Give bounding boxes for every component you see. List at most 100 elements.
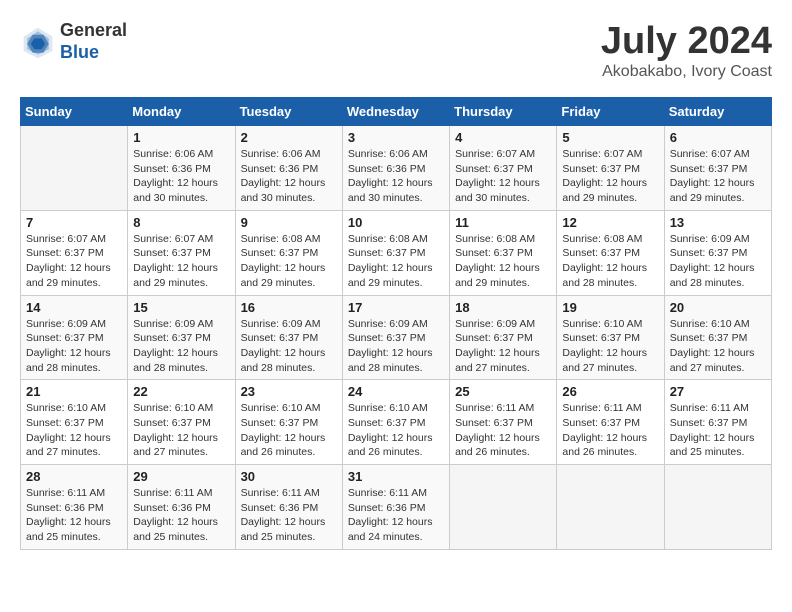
day-number: 31 — [348, 469, 444, 484]
header-saturday: Saturday — [664, 98, 771, 126]
day-number: 10 — [348, 215, 444, 230]
header-thursday: Thursday — [450, 98, 557, 126]
calendar-cell: 16 Sunrise: 6:09 AMSunset: 6:37 PMDayligh… — [235, 295, 342, 380]
header-monday: Monday — [128, 98, 235, 126]
calendar-cell: 11 Sunrise: 6:08 AMSunset: 6:37 PMDayligh… — [450, 210, 557, 295]
day-number: 15 — [133, 300, 229, 315]
calendar-cell: 3 Sunrise: 6:06 AMSunset: 6:36 PMDaylight… — [342, 126, 449, 211]
day-number: 21 — [26, 384, 122, 399]
day-number: 7 — [26, 215, 122, 230]
day-info: Sunrise: 6:10 AMSunset: 6:37 PMDaylight:… — [241, 401, 337, 460]
title-block: July 2024 Akobakabo, Ivory Coast — [601, 20, 772, 81]
day-number: 30 — [241, 469, 337, 484]
day-number: 13 — [670, 215, 766, 230]
logo: General Blue — [20, 20, 127, 63]
calendar-body: 1Sunrise: 6:06 AMSunset: 6:36 PMDaylight… — [21, 126, 772, 550]
day-info: Sunrise: 6:09 AMSunset: 6:37 PMDaylight:… — [241, 317, 337, 376]
week-row-5: 28 Sunrise: 6:11 AMSunset: 6:36 PMDayligh… — [21, 465, 772, 550]
day-number: 29 — [133, 469, 229, 484]
calendar-cell: 24 Sunrise: 6:10 AMSunset: 6:37 PMDayligh… — [342, 380, 449, 465]
day-info: Sunrise: 6:11 AMSunset: 6:36 PMDaylight:… — [241, 486, 337, 545]
calendar-cell: 30 Sunrise: 6:11 AMSunset: 6:36 PMDayligh… — [235, 465, 342, 550]
calendar-cell — [450, 465, 557, 550]
day-info: Sunrise: 6:09 AMSunset: 6:37 PMDaylight:… — [348, 317, 444, 376]
day-info: Sunrise: 6:07 AMSunset: 6:37 PMDaylight:… — [26, 232, 122, 291]
calendar-cell: 8Sunrise: 6:07 AMSunset: 6:37 PMDaylight… — [128, 210, 235, 295]
calendar-cell — [664, 465, 771, 550]
calendar-cell: 5 Sunrise: 6:07 AMSunset: 6:37 PMDaylight… — [557, 126, 664, 211]
day-info: Sunrise: 6:09 AMSunset: 6:37 PMDaylight:… — [670, 232, 766, 291]
day-number: 22 — [133, 384, 229, 399]
calendar-cell: 17 Sunrise: 6:09 AMSunset: 6:37 PMDayligh… — [342, 295, 449, 380]
day-number: 19 — [562, 300, 658, 315]
day-info: Sunrise: 6:06 AMSunset: 6:36 PMDaylight:… — [348, 147, 444, 206]
week-row-3: 14 Sunrise: 6:09 AMSunset: 6:37 PMDayligh… — [21, 295, 772, 380]
day-number: 4 — [455, 130, 551, 145]
day-number: 12 — [562, 215, 658, 230]
calendar-table: SundayMondayTuesdayWednesdayThursdayFrid… — [20, 97, 772, 550]
day-number: 28 — [26, 469, 122, 484]
day-number: 5 — [562, 130, 658, 145]
calendar-cell: 26Sunrise: 6:11 AMSunset: 6:37 PMDayligh… — [557, 380, 664, 465]
day-info: Sunrise: 6:10 AMSunset: 6:37 PMDaylight:… — [133, 401, 229, 460]
day-info: Sunrise: 6:08 AMSunset: 6:37 PMDaylight:… — [241, 232, 337, 291]
calendar-cell: 7 Sunrise: 6:07 AMSunset: 6:37 PMDaylight… — [21, 210, 128, 295]
calendar-cell: 9Sunrise: 6:08 AMSunset: 6:37 PMDaylight… — [235, 210, 342, 295]
logo-blue-text: Blue — [60, 42, 99, 62]
calendar-cell — [557, 465, 664, 550]
day-number: 16 — [241, 300, 337, 315]
logo-text: General Blue — [60, 20, 127, 63]
day-info: Sunrise: 6:11 AMSunset: 6:36 PMDaylight:… — [26, 486, 122, 545]
day-info: Sunrise: 6:10 AMSunset: 6:37 PMDaylight:… — [26, 401, 122, 460]
header-sunday: Sunday — [21, 98, 128, 126]
day-number: 11 — [455, 215, 551, 230]
calendar-cell: 18Sunrise: 6:09 AMSunset: 6:37 PMDayligh… — [450, 295, 557, 380]
calendar-cell: 20 Sunrise: 6:10 AMSunset: 6:37 PMDayligh… — [664, 295, 771, 380]
calendar-cell: 14 Sunrise: 6:09 AMSunset: 6:37 PMDayligh… — [21, 295, 128, 380]
day-number: 27 — [670, 384, 766, 399]
week-row-2: 7 Sunrise: 6:07 AMSunset: 6:37 PMDaylight… — [21, 210, 772, 295]
day-number: 14 — [26, 300, 122, 315]
calendar-cell: 29Sunrise: 6:11 AMSunset: 6:36 PMDayligh… — [128, 465, 235, 550]
calendar-cell: 1Sunrise: 6:06 AMSunset: 6:36 PMDaylight… — [128, 126, 235, 211]
location-subtitle: Akobakabo, Ivory Coast — [601, 63, 772, 81]
calendar-cell: 31 Sunrise: 6:11 AMSunset: 6:36 PMDayligh… — [342, 465, 449, 550]
day-info: Sunrise: 6:08 AMSunset: 6:37 PMDaylight:… — [455, 232, 551, 291]
month-year-title: July 2024 — [601, 20, 772, 63]
header-friday: Friday — [557, 98, 664, 126]
day-info: Sunrise: 6:08 AMSunset: 6:37 PMDaylight:… — [562, 232, 658, 291]
calendar-cell: 19Sunrise: 6:10 AMSunset: 6:37 PMDayligh… — [557, 295, 664, 380]
calendar-cell: 6Sunrise: 6:07 AMSunset: 6:37 PMDaylight… — [664, 126, 771, 211]
day-number: 20 — [670, 300, 766, 315]
calendar-cell: 27Sunrise: 6:11 AMSunset: 6:37 PMDayligh… — [664, 380, 771, 465]
logo-icon — [20, 24, 56, 60]
day-info: Sunrise: 6:11 AMSunset: 6:36 PMDaylight:… — [348, 486, 444, 545]
logo-general-text: General — [60, 20, 127, 40]
day-info: Sunrise: 6:08 AMSunset: 6:37 PMDaylight:… — [348, 232, 444, 291]
day-info: Sunrise: 6:10 AMSunset: 6:37 PMDaylight:… — [670, 317, 766, 376]
day-info: Sunrise: 6:11 AMSunset: 6:37 PMDaylight:… — [455, 401, 551, 460]
calendar-cell: 25 Sunrise: 6:11 AMSunset: 6:37 PMDayligh… — [450, 380, 557, 465]
calendar-cell: 22 Sunrise: 6:10 AMSunset: 6:37 PMDayligh… — [128, 380, 235, 465]
day-number: 17 — [348, 300, 444, 315]
day-info: Sunrise: 6:07 AMSunset: 6:37 PMDaylight:… — [562, 147, 658, 206]
calendar-cell: 15Sunrise: 6:09 AMSunset: 6:37 PMDayligh… — [128, 295, 235, 380]
day-number: 23 — [241, 384, 337, 399]
header-tuesday: Tuesday — [235, 98, 342, 126]
day-info: Sunrise: 6:09 AMSunset: 6:37 PMDaylight:… — [26, 317, 122, 376]
week-row-4: 21 Sunrise: 6:10 AMSunset: 6:37 PMDayligh… — [21, 380, 772, 465]
page-header: General Blue July 2024 Akobakabo, Ivory … — [20, 20, 772, 81]
day-number: 24 — [348, 384, 444, 399]
day-info: Sunrise: 6:06 AMSunset: 6:36 PMDaylight:… — [133, 147, 229, 206]
calendar-cell: 12 Sunrise: 6:08 AMSunset: 6:37 PMDayligh… — [557, 210, 664, 295]
day-number: 25 — [455, 384, 551, 399]
day-info: Sunrise: 6:10 AMSunset: 6:37 PMDaylight:… — [348, 401, 444, 460]
day-number: 8 — [133, 215, 229, 230]
day-number: 3 — [348, 130, 444, 145]
day-number: 6 — [670, 130, 766, 145]
calendar-cell: 28 Sunrise: 6:11 AMSunset: 6:36 PMDayligh… — [21, 465, 128, 550]
calendar-cell: 13 Sunrise: 6:09 AMSunset: 6:37 PMDayligh… — [664, 210, 771, 295]
day-number: 2 — [241, 130, 337, 145]
calendar-header: SundayMondayTuesdayWednesdayThursdayFrid… — [21, 98, 772, 126]
calendar-cell: 10 Sunrise: 6:08 AMSunset: 6:37 PMDayligh… — [342, 210, 449, 295]
